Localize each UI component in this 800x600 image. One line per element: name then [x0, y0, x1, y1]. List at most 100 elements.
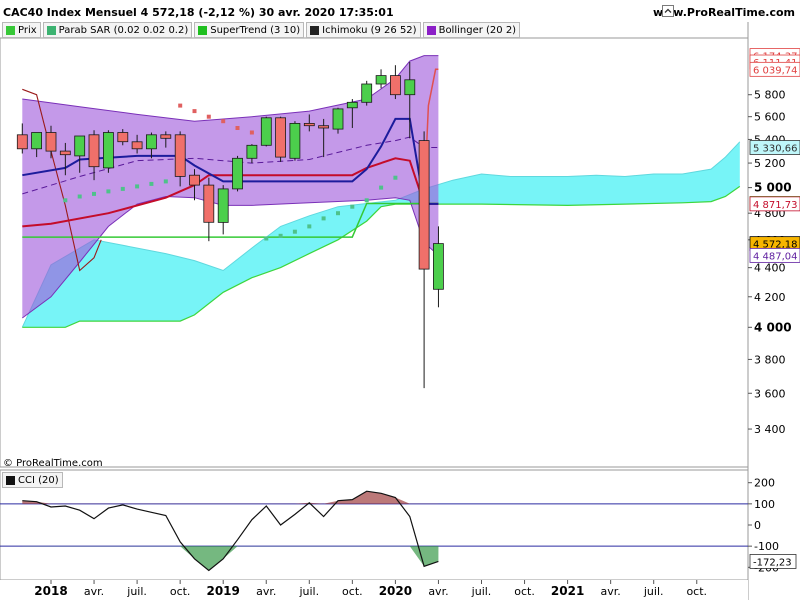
- y-tick-label: 5 600: [754, 111, 786, 124]
- x-tick-label: juil.: [298, 585, 319, 598]
- sar-dot: [106, 189, 111, 194]
- sar-dot: [393, 175, 398, 180]
- sar-dot: [278, 233, 283, 238]
- y-tick-label: 4 000: [754, 320, 792, 334]
- candle-body: [59, 150, 71, 156]
- candle-body: [16, 134, 28, 150]
- legend-swatch: [310, 25, 320, 35]
- candle-body: [361, 83, 373, 103]
- sar-dot: [249, 130, 254, 135]
- candle-body: [31, 132, 43, 150]
- cci-y-tick-label: 100: [754, 498, 775, 511]
- sar-dot: [307, 224, 312, 229]
- legend-swatch: [198, 25, 208, 35]
- x-tick-label: juil.: [126, 585, 147, 598]
- sar-dot: [63, 198, 68, 203]
- legend-swatch: [6, 25, 15, 35]
- x-tick-label: oct.: [170, 585, 191, 598]
- legend-item-parab-sar[interactable]: Parab SAR (0.02 0.02 0.2): [42, 22, 193, 38]
- candle-body: [174, 134, 186, 177]
- site-url[interactable]: www.ProRealTime.com: [653, 6, 795, 19]
- candle-body: [45, 132, 57, 152]
- candle-body: [217, 188, 229, 223]
- cci-y-tick-label: 200: [754, 477, 775, 490]
- price-tag-label: 6 039,74: [753, 65, 798, 76]
- candle-body: [346, 101, 358, 109]
- indicator-legend: Prix Parab SAR (0.02 0.02 0.2) SuperTren…: [2, 22, 522, 38]
- candle-body: [318, 125, 330, 129]
- legend-item-bollinger[interactable]: Bollinger (20 2): [422, 22, 521, 38]
- sar-dot: [120, 186, 125, 191]
- chart-title: CAC40 Index Mensuel 4 572,18 (-2,12 %) 3…: [3, 6, 394, 19]
- candle[interactable]: [289, 121, 301, 161]
- sar-dot: [364, 198, 369, 203]
- sar-dot: [321, 216, 326, 221]
- price-tag-label: 4 487,04: [753, 251, 798, 262]
- candle-body: [189, 174, 200, 186]
- legend-item-supertrend[interactable]: SuperTrend (3 10): [194, 22, 305, 38]
- x-tick-label: avr.: [428, 585, 448, 598]
- x-tick-label: avr.: [601, 585, 621, 598]
- cci-value-tag-label: -172,23: [753, 557, 792, 568]
- sar-dot: [135, 184, 140, 189]
- candle-body: [303, 123, 315, 127]
- cci-y-tick-label: 0: [754, 519, 761, 532]
- candle[interactable]: [103, 130, 114, 173]
- chart-header: CAC40 Index Mensuel 4 572,18 (-2,12 %) 3…: [0, 0, 800, 22]
- y-tick-label: 5 000: [754, 181, 792, 195]
- x-axis-panel: [0, 580, 748, 600]
- y-axis-panel: [748, 22, 800, 600]
- legend-item-cci[interactable]: CCI (20): [2, 472, 63, 488]
- sar-dot: [221, 119, 226, 124]
- x-tick-label: oct.: [514, 585, 535, 598]
- y-tick-label: 5 800: [754, 89, 786, 102]
- candle-body: [332, 108, 344, 130]
- legend-swatch: [46, 25, 56, 35]
- sar-dot: [379, 185, 384, 190]
- sar-dot: [292, 229, 297, 234]
- x-tick-label: juil.: [643, 585, 664, 598]
- y-tick-label: 5 200: [754, 157, 786, 170]
- collapse-icon[interactable]: [662, 5, 674, 17]
- candle-body: [432, 243, 444, 290]
- candle[interactable]: [361, 80, 373, 106]
- y-tick-label: 3 600: [754, 387, 786, 400]
- candle[interactable]: [275, 116, 287, 162]
- candle-body: [203, 184, 215, 223]
- x-tick-label: avr.: [84, 585, 104, 598]
- candle-body: [389, 75, 401, 96]
- sar-dot: [206, 114, 211, 119]
- y-tick-label: 3 800: [754, 353, 786, 366]
- sar-dot: [336, 211, 340, 216]
- candle[interactable]: [232, 155, 243, 192]
- candle-body: [74, 135, 86, 157]
- candle-body: [375, 75, 387, 85]
- candle-body: [275, 117, 287, 158]
- sar-dot: [149, 181, 154, 186]
- candle-body: [160, 134, 172, 139]
- x-tick-label: juil.: [471, 585, 492, 598]
- candle-body: [260, 117, 272, 146]
- sar-dot: [77, 194, 82, 199]
- legend-item-prix[interactable]: Prix: [2, 22, 41, 38]
- price-tag-label: 5 330,66: [753, 143, 798, 154]
- candle-body: [88, 134, 100, 168]
- legend-swatch: [426, 25, 436, 35]
- x-tick-label: 2020: [379, 584, 412, 598]
- candle-body: [103, 132, 114, 169]
- chart-canvas[interactable]: 3 4003 6003 8004 0004 2004 4004 6004 800…: [0, 0, 800, 600]
- cci-panel[interactable]: [0, 469, 749, 581]
- candle-body: [246, 144, 258, 159]
- x-tick-label: oct.: [342, 585, 363, 598]
- sar-dot: [92, 191, 96, 196]
- candle-body: [404, 79, 416, 96]
- legend-item-ichimoku[interactable]: Ichimoku (9 26 52): [306, 22, 421, 38]
- cci-y-tick-label: -100: [754, 540, 779, 553]
- y-tick-label: 4 200: [754, 291, 786, 304]
- candle[interactable]: [260, 116, 272, 147]
- candle-body: [145, 134, 157, 150]
- x-tick-label: oct.: [686, 585, 707, 598]
- candle-body: [232, 157, 243, 190]
- sar-dot: [192, 109, 197, 114]
- sar-dot: [264, 236, 269, 241]
